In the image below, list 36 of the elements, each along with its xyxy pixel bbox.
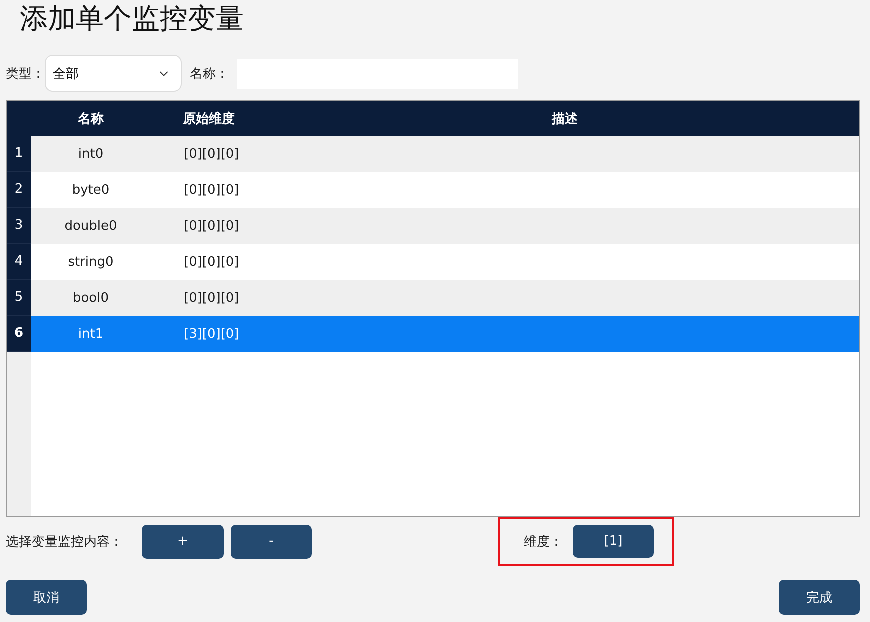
done-button[interactable]: 完成 [779, 580, 860, 615]
dimension-label: 维度： [524, 534, 563, 550]
table-cell: double0 [64, 218, 118, 234]
table-cell: [0][0][0] [184, 182, 240, 198]
dimension-button[interactable]: [1] [573, 525, 654, 558]
add-button[interactable]: + [142, 524, 224, 558]
row-number: 4 [7, 244, 31, 280]
table-cell: byte0 [72, 182, 110, 198]
type-select[interactable]: 全部 [45, 55, 182, 92]
cancel-button[interactable]: 取消 [6, 580, 87, 615]
column-header: 描述 [552, 110, 578, 128]
table-cell: int1 [78, 326, 104, 342]
page-title: 添加单个监控变量 [20, 1, 244, 37]
row-number: 6 [7, 316, 31, 352]
table-cell: int0 [78, 146, 104, 162]
name-label: 名称： [190, 66, 229, 82]
table-cell: [0][0][0] [184, 290, 240, 306]
table-cell: [0][0][0] [184, 218, 240, 234]
column-header: 名称 [78, 110, 104, 128]
table-row[interactable]: 5 bool0 [0][0][0] [7, 280, 859, 316]
table-row[interactable]: 1 int0 [0][0][0] [7, 136, 859, 172]
row-number: 3 [7, 208, 31, 244]
table-cell: [0][0][0] [184, 254, 240, 270]
column-header: 原始维度 [182, 110, 235, 128]
table-row[interactable]: 6 int1 [3][0][0] [7, 316, 859, 352]
row-number: 5 [7, 280, 31, 316]
remove-button[interactable]: - [231, 524, 312, 558]
monitor-content-label: 选择变量监控内容： [6, 534, 123, 550]
table-cell: [3][0][0] [184, 326, 240, 342]
row-number: 2 [7, 172, 31, 208]
row-number: 1 [7, 136, 31, 172]
table-cell: bool0 [72, 290, 110, 306]
table-cell: [0][0][0] [184, 146, 240, 162]
type-label: 类型： [6, 66, 45, 82]
table-cell: string0 [68, 254, 114, 270]
table-row[interactable]: 3 double0 [0][0][0] [7, 208, 859, 244]
